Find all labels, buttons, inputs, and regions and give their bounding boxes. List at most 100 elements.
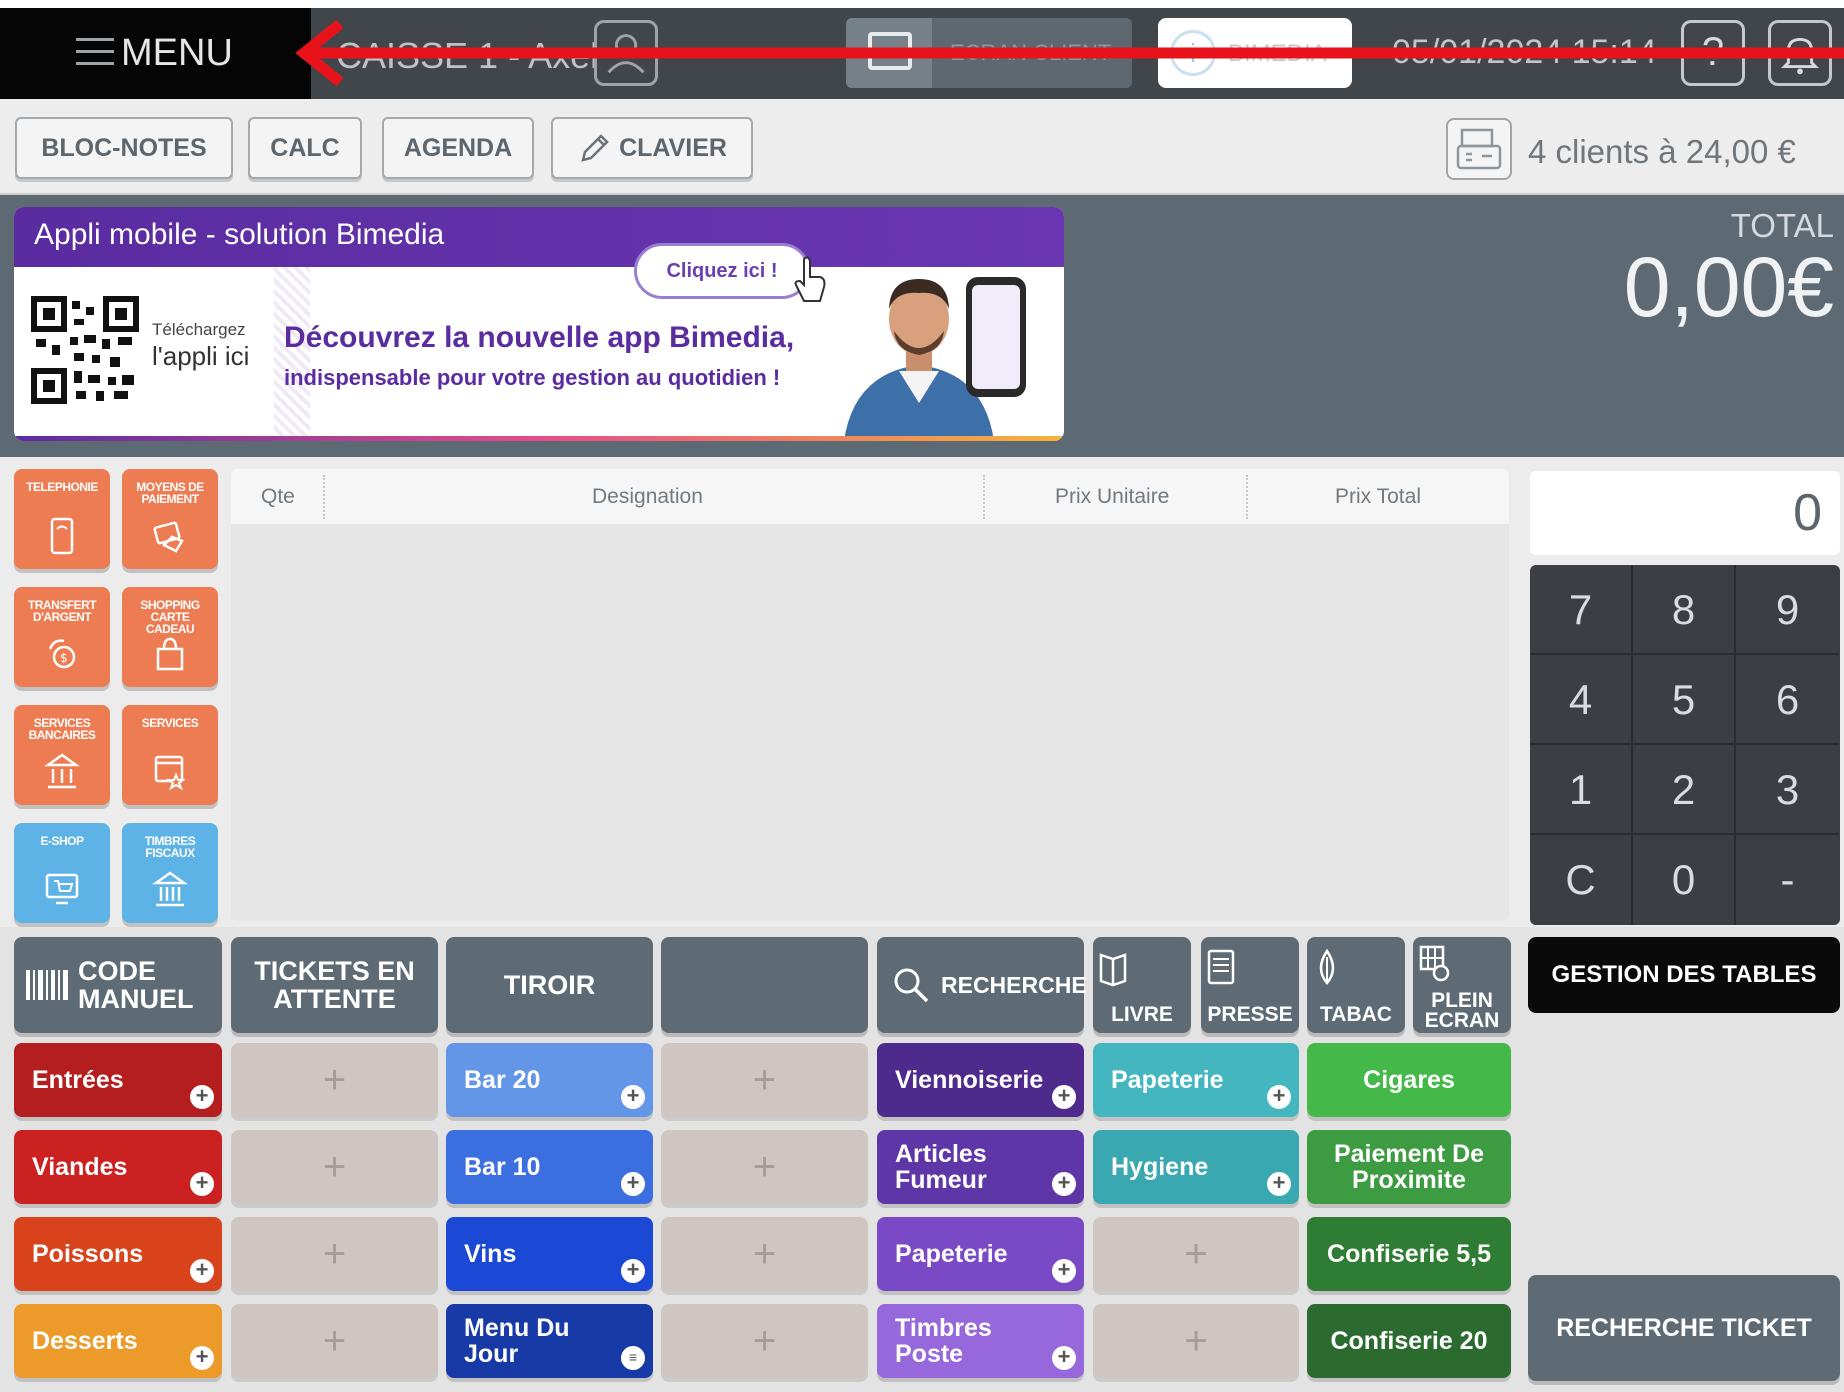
empty-slot[interactable]: + (661, 1043, 868, 1117)
numpad-key-8[interactable]: 8 (1633, 565, 1736, 655)
total-value: 0,00€ (1623, 240, 1834, 334)
livre-button[interactable]: LIVRE (1093, 937, 1191, 1033)
tickets-attente-button[interactable]: TICKETS EN ATTENTE (231, 937, 438, 1033)
shopping-carte-cadeau-label: SHOPPING CARTE CADEAU (140, 598, 200, 636)
empty-slot[interactable]: + (231, 1130, 438, 1204)
numpad-key-6[interactable]: 6 (1736, 655, 1839, 745)
menu-button[interactable]: MENU (0, 8, 311, 99)
cash-register-icon[interactable] (1446, 118, 1512, 180)
plus-icon[interactable]: + (621, 1172, 645, 1196)
product-articles-fumeur[interactable]: Articles Fumeur + (877, 1130, 1084, 1204)
plus-icon[interactable]: + (190, 1259, 214, 1283)
plus-icon[interactable]: + (190, 1346, 214, 1370)
product-entrees[interactable]: Entrées + (14, 1043, 222, 1117)
customer-display-button[interactable]: ECRAN CLIENT (846, 18, 1132, 88)
numpad-key-4[interactable]: 4 (1530, 655, 1633, 745)
plus-icon[interactable]: + (190, 1085, 214, 1109)
numpad-key-2[interactable]: 2 (1633, 745, 1736, 835)
shopping-carte-cadeau-button[interactable]: SHOPPING CARTE CADEAU (122, 587, 218, 687)
clavier-button[interactable]: CLAVIER (551, 117, 753, 179)
timbres-fiscaux-button[interactable]: TIMBRES FISCAUX (122, 823, 218, 923)
menu-icon[interactable]: ≡ (621, 1346, 645, 1370)
promo-banner[interactable]: Appli mobile - solution Bimedia Téléchar… (14, 207, 1064, 441)
product-papeterie-teal[interactable]: Papeterie + (1093, 1043, 1299, 1117)
clavier-label: CLAVIER (619, 133, 727, 162)
plus-icon[interactable]: + (621, 1085, 645, 1109)
numpad-key-1[interactable]: 1 (1530, 745, 1633, 835)
tiroir-button[interactable]: TIROIR (446, 937, 653, 1033)
product-bar-10[interactable]: Bar 10 + (446, 1130, 653, 1204)
tabac-button[interactable]: TABAC (1307, 937, 1405, 1033)
plus-icon[interactable]: + (1267, 1085, 1291, 1109)
clients-summary: 4 clients à 24,00 € (1528, 133, 1796, 170)
column-separator (1246, 475, 1248, 519)
add-slot-label: + (322, 1058, 347, 1102)
calc-button[interactable]: CALC (248, 117, 362, 179)
product-papeterie-violet[interactable]: Papeterie + (877, 1217, 1084, 1291)
numpad-key-7[interactable]: 7 (1530, 565, 1633, 655)
moyens-paiement-button[interactable]: MOYENS DE PAIEMENT (122, 469, 218, 569)
product-bar-20[interactable]: Bar 20 + (446, 1043, 653, 1117)
plus-icon[interactable]: + (190, 1172, 214, 1196)
bimedia-button[interactable]: i BIMEDIA (1158, 18, 1352, 88)
product-timbres-poste[interactable]: Timbres Poste + (877, 1304, 1084, 1378)
product-cigares[interactable]: Cigares (1307, 1043, 1511, 1117)
banner-cta-button[interactable]: Cliquez ici ! (634, 243, 810, 299)
bell-icon[interactable] (1768, 20, 1832, 86)
product-confiserie-5-5[interactable]: Confiserie 5,5 (1307, 1217, 1511, 1291)
user-icon[interactable] (594, 20, 658, 86)
qr-text-line2: l'appli ici (152, 341, 250, 371)
plus-icon[interactable]: + (1052, 1172, 1076, 1196)
numpad-key-9[interactable]: 9 (1736, 565, 1839, 655)
bell-icon-svg (1781, 38, 1819, 75)
numpad-key-3[interactable]: 3 (1736, 745, 1839, 835)
empty-slot[interactable]: + (1093, 1217, 1299, 1291)
add-slot-label: + (1184, 1319, 1208, 1363)
e-shop-button[interactable]: E-SHOP (14, 823, 110, 923)
recherche-button[interactable]: RECHERCHE (877, 937, 1087, 1033)
transfert-argent-button[interactable]: TRANSFERT D'ARGENT $ (14, 587, 110, 687)
gestion-tables-button[interactable]: GESTION DES TABLES (1528, 937, 1840, 1013)
services-button[interactable]: SERVICES (122, 705, 218, 805)
plein-ecran-button[interactable]: PLEIN ECRAN (1413, 937, 1511, 1033)
product-confiserie-20[interactable]: Confiserie 20 (1307, 1304, 1511, 1378)
empty-slot[interactable]: + (661, 1130, 868, 1204)
empty-slot[interactable]: + (231, 1217, 438, 1291)
product-poissons[interactable]: Poissons + (14, 1217, 222, 1291)
plus-icon[interactable]: + (1052, 1085, 1076, 1109)
numpad-key-clear[interactable]: C (1530, 835, 1633, 925)
plus-icon[interactable]: + (1052, 1259, 1076, 1283)
plus-icon[interactable]: + (621, 1259, 645, 1283)
code-manuel-button[interactable]: CODE MANUEL (14, 937, 222, 1033)
agenda-button[interactable]: AGENDA (382, 117, 534, 179)
plus-icon[interactable]: + (1267, 1172, 1291, 1196)
product-desserts[interactable]: Desserts + (14, 1304, 222, 1378)
product-viennoiserie[interactable]: Viennoiserie + (877, 1043, 1084, 1117)
numpad-key-5[interactable]: 5 (1633, 655, 1736, 745)
presse-button[interactable]: PRESSE (1201, 937, 1299, 1033)
product-menu-du-jour[interactable]: Menu Du Jour ≡ (446, 1304, 653, 1378)
empty-slot[interactable]: + (231, 1043, 438, 1117)
product-vins[interactable]: Vins + (446, 1217, 653, 1291)
help-icon[interactable]: ? (1681, 20, 1745, 86)
plus-icon[interactable]: + (1052, 1346, 1076, 1370)
product-paiement-proximite[interactable]: Paiement De Proximite (1307, 1130, 1511, 1204)
empty-slot[interactable]: + (661, 1304, 868, 1378)
empty-slot[interactable]: + (661, 1217, 868, 1291)
numpad-key-minus[interactable]: - (1736, 835, 1839, 925)
tabac-label: TABAC (1320, 1003, 1392, 1026)
fullscreen-icon (1419, 945, 1450, 982)
numpad-key-0[interactable]: 0 (1633, 835, 1736, 925)
empty-action-button[interactable] (661, 937, 868, 1033)
product-viandes[interactable]: Viandes + (14, 1130, 222, 1204)
top-bar: MENU CAISSE 1 - Axel ECRAN CLIENT i BIME… (0, 8, 1844, 99)
bloc-notes-button[interactable]: BLOC-NOTES (15, 117, 233, 179)
empty-slot[interactable]: + (1093, 1304, 1299, 1378)
ticket-table[interactable]: Qte Designation Prix Unitaire Prix Total (231, 469, 1509, 921)
services-bancaires-button[interactable]: SERVICES BANCAIRES (14, 705, 110, 805)
telephonie-button[interactable]: TELEPHONIE (14, 469, 110, 569)
payment-icon (153, 521, 184, 553)
empty-slot[interactable]: + (231, 1304, 438, 1378)
product-hygiene[interactable]: Hygiene + (1093, 1130, 1299, 1204)
recherche-ticket-button[interactable]: RECHERCHE TICKET (1528, 1275, 1840, 1381)
